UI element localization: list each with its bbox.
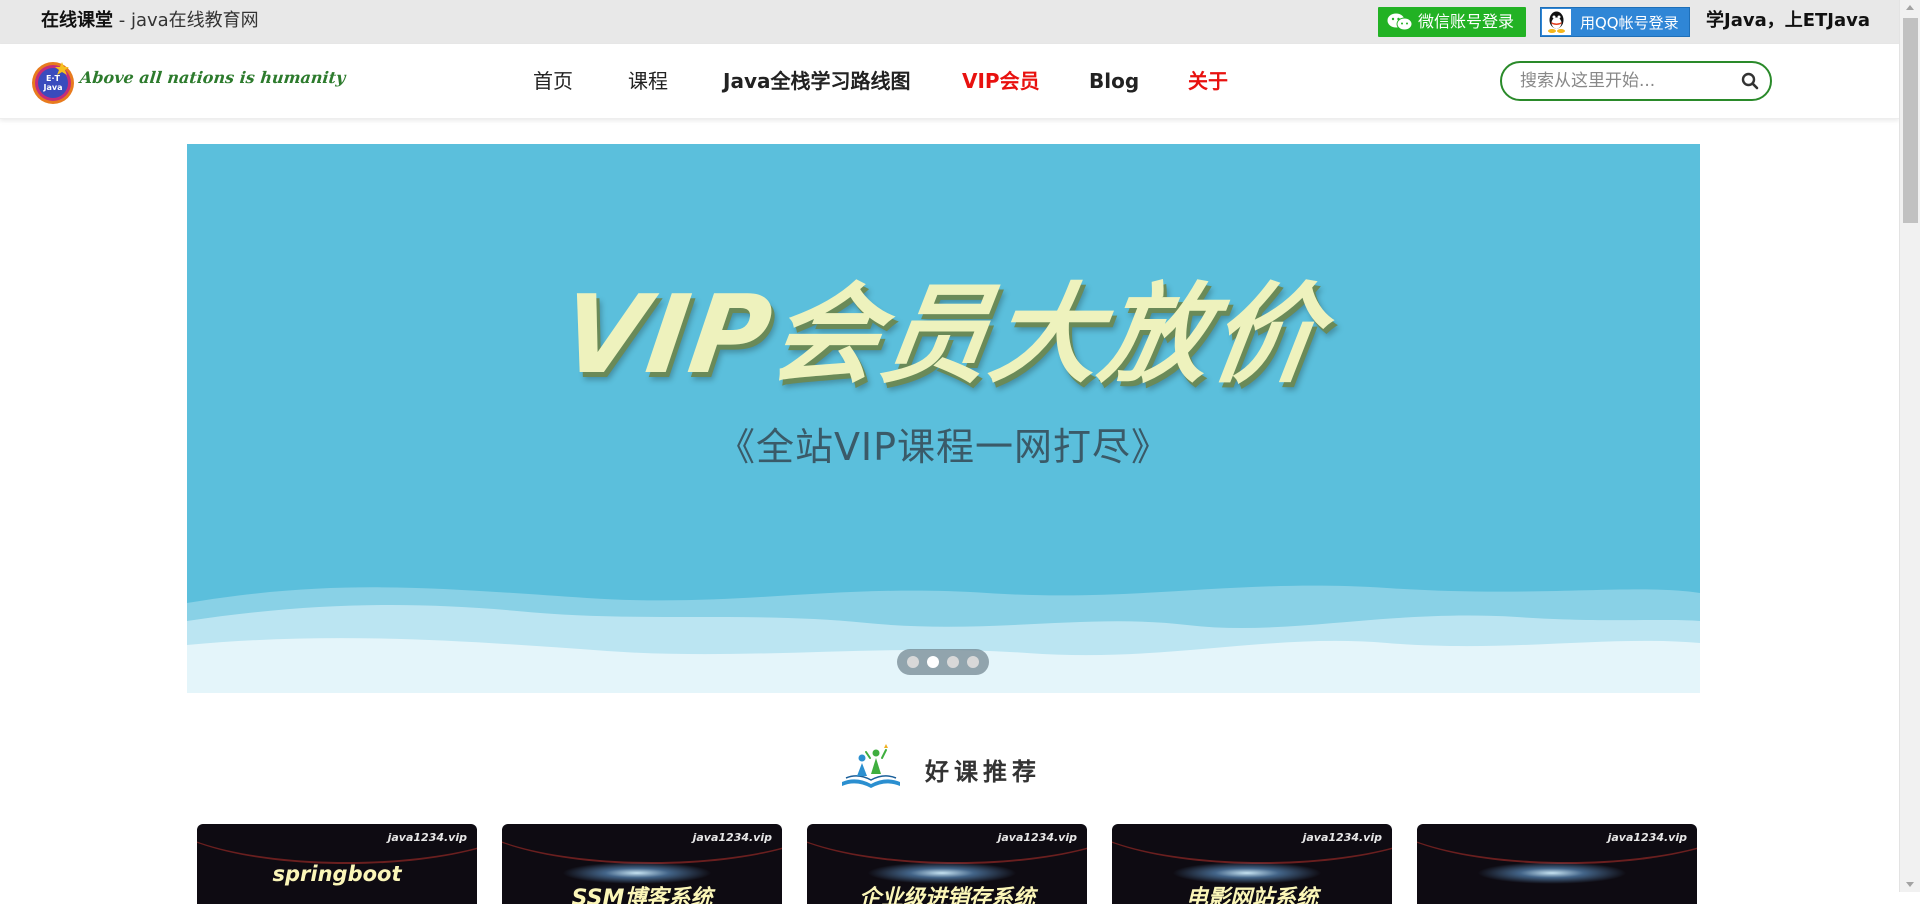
- course-site: java1234.vip: [1607, 831, 1687, 844]
- top-bar: 在线课堂 - java在线教育网 微信账号登录 用QQ帐号登录 学Java，上E…: [0, 0, 1899, 44]
- course-site: java1234.vip: [1302, 831, 1382, 844]
- course-card[interactable]: java1234.vip: [1417, 824, 1697, 904]
- course-title: 电影网站系统: [1185, 886, 1318, 904]
- nav-courses[interactable]: 课程: [628, 44, 668, 119]
- scroll-down-arrow-icon[interactable]: [1906, 882, 1914, 887]
- site-title: 在线课堂 - java在线教育网: [41, 0, 259, 44]
- logo-badge-icon: E·T Java: [32, 62, 74, 104]
- course-title: 企业级进销存系统: [858, 886, 1035, 904]
- section-title: 好课推荐: [925, 758, 1041, 786]
- card-decoration: [807, 824, 1087, 864]
- carousel-dot-4[interactable]: [967, 656, 979, 668]
- reading-book-icon: [842, 744, 900, 788]
- card-decoration: [502, 824, 782, 864]
- course-card[interactable]: java1234.vip springboot: [197, 824, 477, 904]
- search-icon[interactable]: [1740, 71, 1760, 91]
- site-name: 在线课堂: [41, 10, 113, 31]
- course-card[interactable]: java1234.vip SSM博客系统: [502, 824, 782, 904]
- course-site: java1234.vip: [387, 831, 467, 844]
- banner-waves: [187, 585, 1700, 693]
- wechat-login-button[interactable]: 微信账号登录: [1378, 7, 1526, 37]
- page-scrollbar[interactable]: [1899, 0, 1920, 892]
- carousel-dot-3[interactable]: [947, 656, 959, 668]
- svg-text:Java: Java: [43, 83, 63, 92]
- card-glow: [1477, 862, 1627, 884]
- course-card[interactable]: java1234.vip 企业级进销存系统: [807, 824, 1087, 904]
- banner-subtitle: 《全站VIP课程一网打尽》: [716, 425, 1171, 469]
- banner-headline: VIP会员大放价: [553, 273, 1331, 398]
- svg-text:E·T: E·T: [46, 74, 61, 83]
- search-input[interactable]: [1520, 69, 1735, 93]
- course-site: java1234.vip: [997, 831, 1077, 844]
- wechat-login-label: 微信账号登录: [1418, 12, 1515, 31]
- nav-blog[interactable]: Blog: [1089, 44, 1139, 119]
- qq-login-label: 用QQ帐号登录: [1580, 14, 1679, 32]
- course-site: java1234.vip: [692, 831, 772, 844]
- scroll-up-arrow-icon[interactable]: [1906, 5, 1914, 10]
- carousel-dot-2[interactable]: [927, 656, 939, 668]
- search-box: [1500, 61, 1772, 101]
- course-card[interactable]: java1234.vip 电影网站系统: [1112, 824, 1392, 904]
- scrollbar-thumb[interactable]: [1903, 18, 1918, 223]
- carousel-dot-1[interactable]: [907, 656, 919, 668]
- site-logo[interactable]: E·T Java Above all nations is humanity: [28, 56, 346, 106]
- slogan: 学Java，上ETJava: [1706, 10, 1871, 31]
- wechat-icon: [1387, 13, 1413, 31]
- main-header: E·T Java Above all nations is humanity 首…: [0, 44, 1899, 119]
- nav-about[interactable]: 关于: [1188, 44, 1228, 119]
- qq-login-button[interactable]: 用QQ帐号登录: [1540, 7, 1690, 37]
- card-decoration: [1417, 824, 1697, 864]
- promo-banner[interactable]: VIP会员大放价 《全站VIP课程一网打尽》: [187, 144, 1700, 693]
- course-title: springboot: [272, 862, 402, 886]
- nav-java-roadmap[interactable]: Java全栈学习路线图: [723, 44, 910, 119]
- carousel-indicators: [897, 649, 989, 675]
- nav-home[interactable]: 首页: [533, 44, 573, 119]
- qq-icon: [1542, 9, 1571, 35]
- nav-vip[interactable]: VIP会员: [962, 44, 1040, 119]
- card-decoration: [197, 824, 477, 864]
- site-description: - java在线教育网: [113, 10, 259, 31]
- logo-tagline: Above all nations is humanity: [79, 68, 347, 87]
- card-decoration: [1112, 824, 1392, 864]
- section-header: 好课推荐: [840, 742, 1080, 792]
- course-title: SSM博客系统: [571, 886, 713, 904]
